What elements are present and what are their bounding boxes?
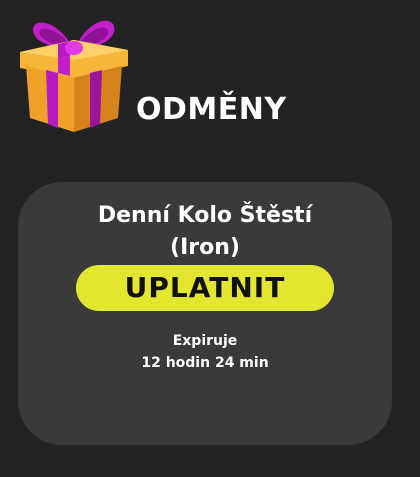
expiry-time: 12 hodin 24 min: [141, 355, 269, 371]
page-title: ODMĚNY: [136, 92, 287, 127]
gift-icon: [20, 20, 128, 132]
reward-title: Denní Kolo Štěstí (Iron): [18, 200, 392, 264]
expiry-label: Expiruje: [172, 333, 238, 349]
rewards-header: ODMĚNY: [14, 10, 406, 140]
reward-title-line2: (Iron): [170, 235, 240, 260]
reward-card: Denní Kolo Štěstí (Iron) UPLATNIT Expiru…: [18, 182, 392, 445]
reward-title-line1: Denní Kolo Štěstí: [97, 203, 313, 228]
claim-button[interactable]: UPLATNIT: [76, 265, 334, 311]
expiry-info: Expiruje 12 hodin 24 min: [18, 330, 392, 374]
